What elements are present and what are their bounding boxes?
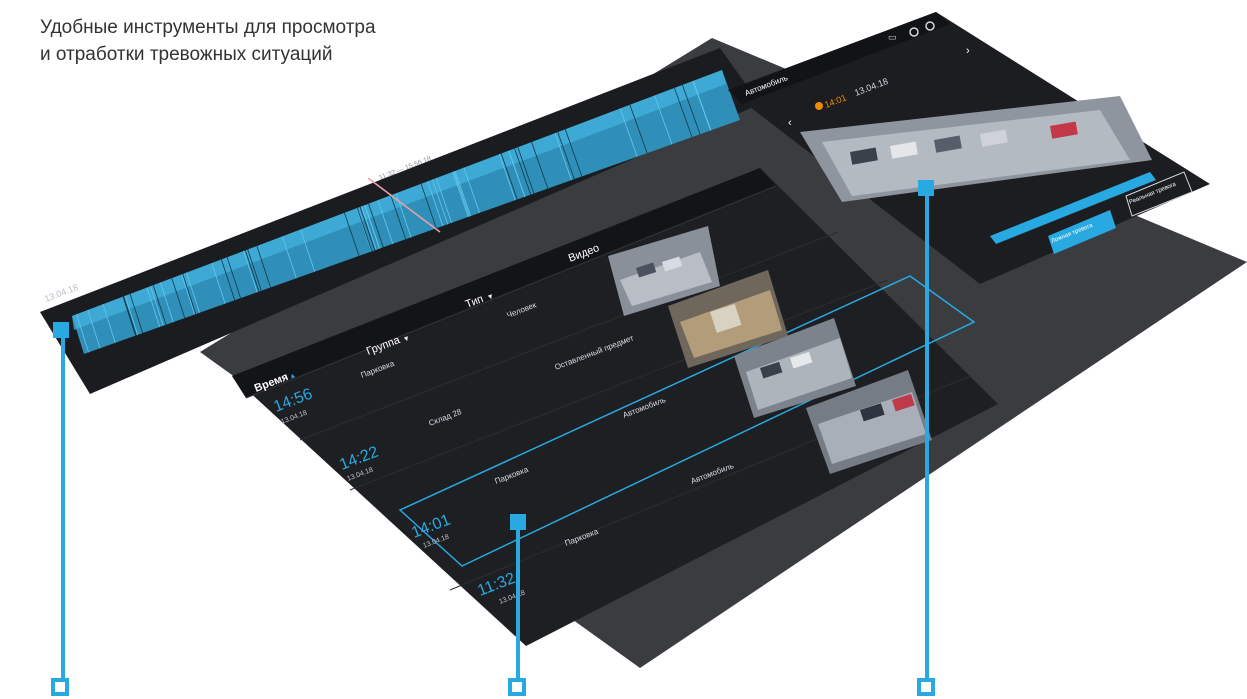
prev-frame-icon[interactable]: ‹ bbox=[788, 117, 792, 129]
callout-marker-bottom bbox=[917, 678, 935, 696]
callout-marker-bottom bbox=[51, 678, 69, 696]
callout-timeline bbox=[51, 322, 69, 696]
alarm-badge-icon bbox=[815, 102, 823, 110]
next-frame-icon[interactable]: › bbox=[966, 45, 970, 57]
window-icon[interactable]: ▭ bbox=[888, 32, 897, 42]
callout-marker-top bbox=[918, 180, 934, 196]
callout-marker-top bbox=[510, 514, 526, 530]
callout-marker-bottom bbox=[508, 678, 526, 696]
callout-marker-top bbox=[53, 322, 69, 338]
isometric-ui-illustration: 13.04.18 11:32 — 15:56 18 Время ▲ Группа… bbox=[40, 12, 1247, 696]
